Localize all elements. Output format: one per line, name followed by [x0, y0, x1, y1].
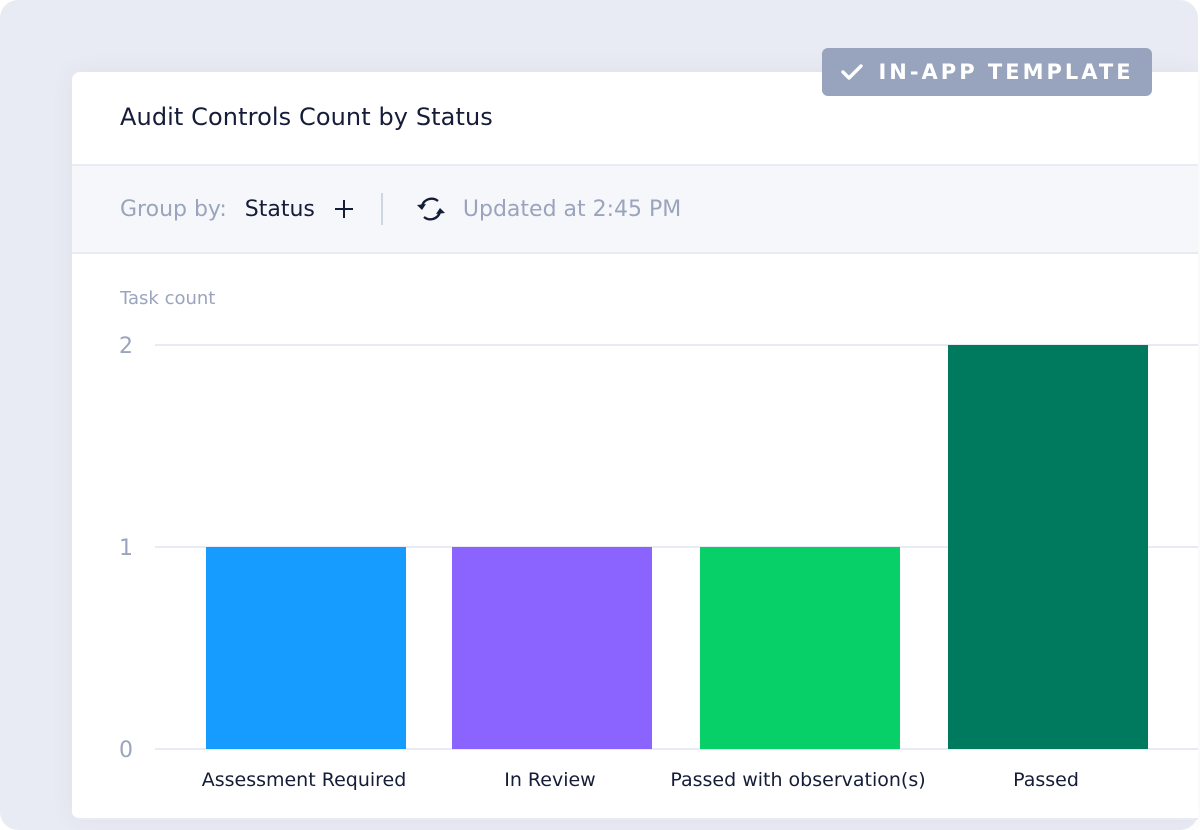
group-by-value[interactable]: Status — [245, 197, 315, 222]
toolbar: Group by: Status Updated at 2:45 PM — [72, 166, 1198, 254]
card-title: Audit Controls Count by Status — [120, 103, 493, 131]
refresh-icon[interactable] — [413, 191, 449, 227]
bar-passed[interactable] — [948, 345, 1148, 749]
updated-timestamp: Updated at 2:45 PM — [462, 196, 682, 222]
bar-passed-with-observation-s[interactable] — [700, 547, 900, 749]
y-tick-label: 2 — [119, 334, 133, 359]
bar-in-review[interactable] — [452, 547, 652, 749]
in-app-template-badge: IN-APP TEMPLATE — [822, 48, 1152, 96]
y-tick-label: 1 — [119, 536, 133, 561]
check-icon — [841, 64, 864, 80]
group-by-label: Group by: — [120, 196, 227, 222]
x-tick-label: Assessment Required — [202, 769, 407, 791]
x-tick-label: Passed — [1013, 769, 1079, 791]
y-axis-label: Task count — [119, 288, 215, 309]
bar-assessment-required[interactable] — [206, 547, 406, 749]
badge-label: IN-APP TEMPLATE — [878, 60, 1134, 84]
x-tick-label: In Review — [504, 769, 595, 791]
x-tick-label: Passed with observation(s) — [670, 769, 925, 791]
y-tick-label: 0 — [119, 738, 133, 763]
plus-icon[interactable] — [329, 194, 359, 224]
toolbar-divider — [380, 193, 383, 225]
